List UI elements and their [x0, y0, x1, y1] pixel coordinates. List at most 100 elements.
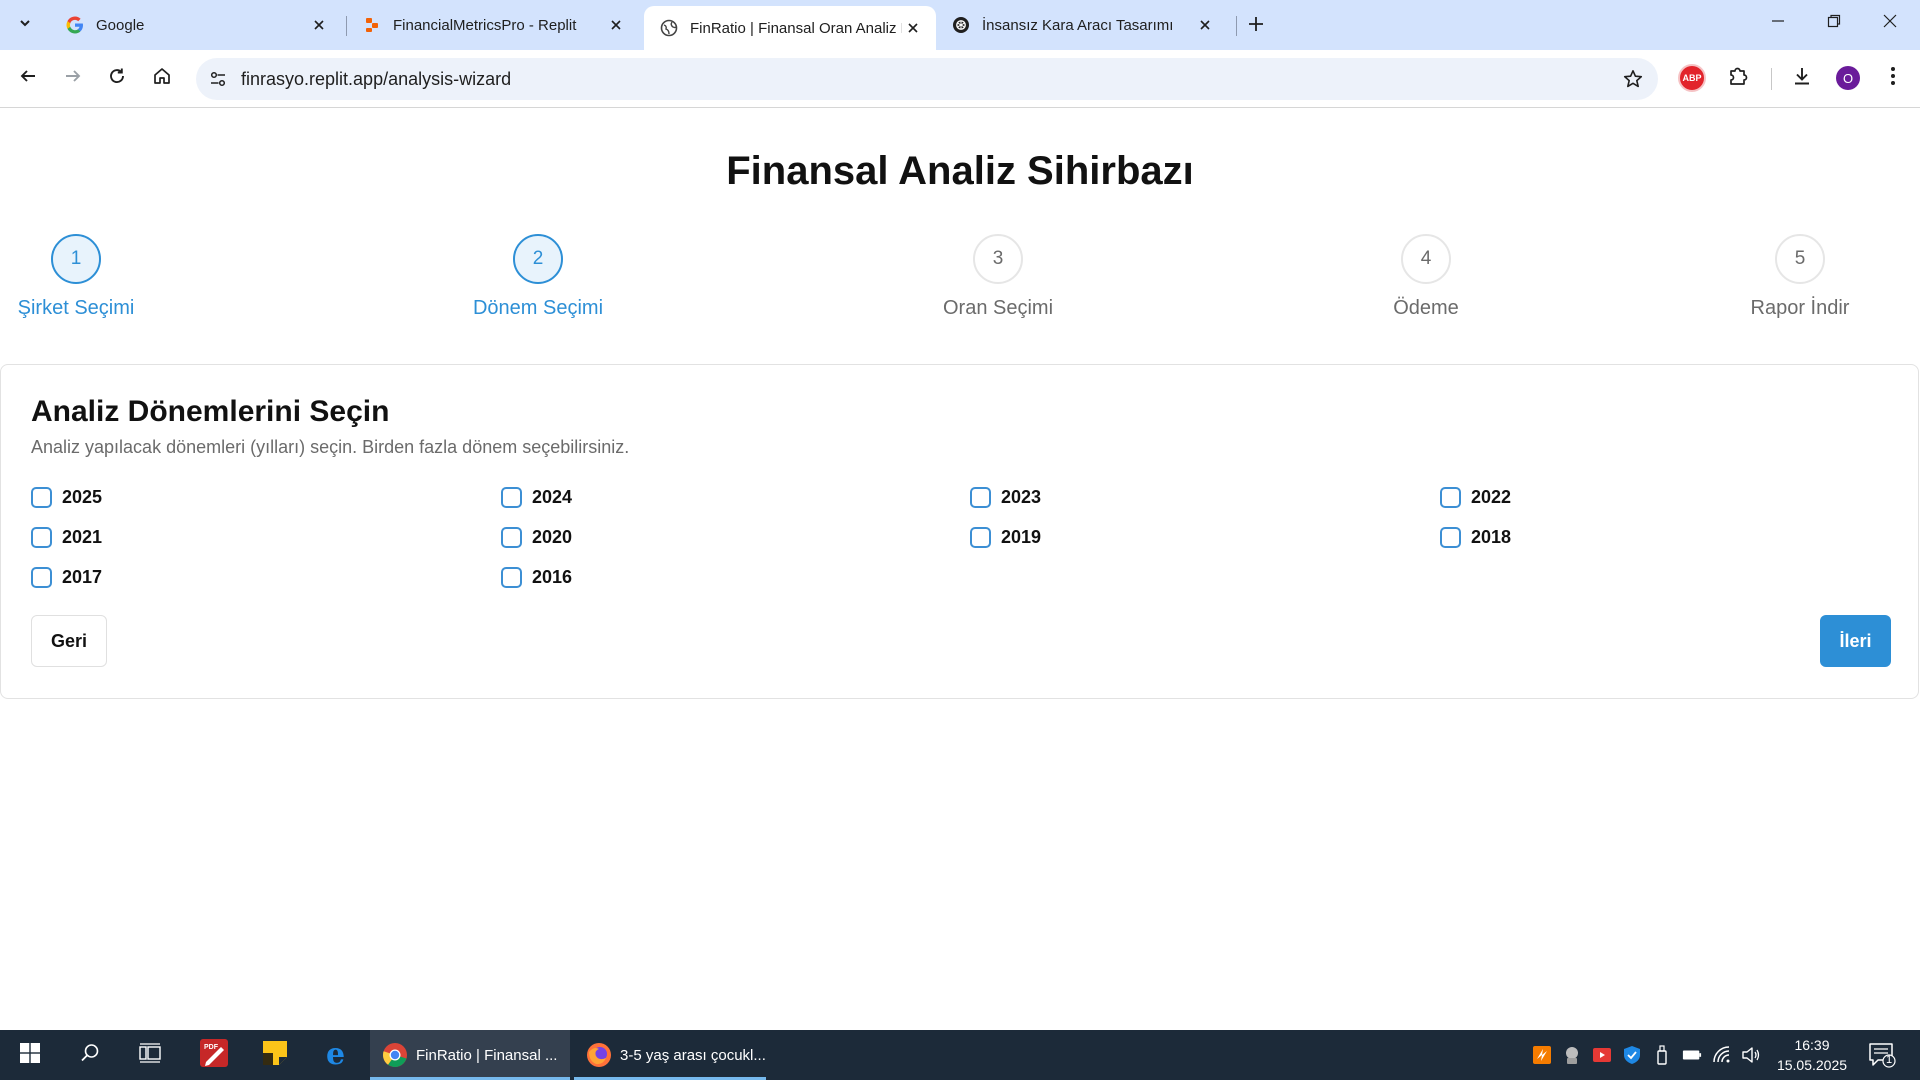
tab-chatgpt[interactable]: İnsansız Kara Aracı Tasarımı	[936, 8, 1228, 42]
tray-security-icon[interactable]	[1562, 1045, 1582, 1065]
step-number: 2	[513, 234, 563, 284]
profile-avatar[interactable]: O	[1836, 66, 1860, 90]
task-view-button[interactable]	[122, 1030, 178, 1080]
window-close-button[interactable]	[1862, 0, 1918, 46]
arrow-left-icon	[19, 67, 37, 90]
tab-finratio[interactable]: FinRatio | Finansal Oran Analiz Platform…	[644, 6, 936, 50]
extensions-button[interactable]	[1720, 60, 1756, 96]
usb-device-icon[interactable]	[1652, 1045, 1672, 1065]
year-option[interactable]: 2017	[31, 567, 102, 588]
year-option[interactable]: 2023	[970, 487, 1041, 508]
adblock-extension-icon[interactable]: ABP	[1678, 64, 1706, 92]
downloads-button[interactable]	[1784, 60, 1820, 96]
back-button[interactable]	[10, 60, 46, 96]
search-icon	[80, 1043, 100, 1068]
start-button[interactable]	[2, 1030, 58, 1080]
home-button[interactable]	[144, 60, 180, 96]
tab-separator	[1236, 16, 1237, 36]
notification-center-button[interactable]: 1	[1868, 1042, 1896, 1068]
checkbox[interactable]	[501, 567, 522, 588]
tab-google[interactable]: Google	[50, 8, 342, 42]
taskbar-app-chrome[interactable]: FinRatio | Finansal ...	[370, 1030, 570, 1080]
close-icon[interactable]	[1194, 14, 1216, 36]
card-description: Analiz yapılacak dönemleri (yılları) seç…	[31, 437, 630, 457]
year-option[interactable]: 2019	[970, 527, 1041, 548]
checkbox[interactable]	[31, 487, 52, 508]
tray-app-icon[interactable]	[1532, 1045, 1552, 1065]
step-label: Şirket Seçimi	[17, 297, 135, 319]
tab-search-button[interactable]	[8, 8, 42, 42]
svg-text:PDF: PDF	[204, 1044, 219, 1051]
defender-shield-icon[interactable]	[1622, 1045, 1642, 1065]
clock-date: 15.05.2025	[1776, 1057, 1848, 1073]
menu-button[interactable]	[1875, 60, 1911, 96]
toolbar-separator	[1771, 68, 1772, 90]
wizard-step-5[interactable]: 5 Rapor İndir	[1680, 234, 1920, 320]
year-option[interactable]: 2025	[31, 487, 102, 508]
year-option[interactable]: 2020	[501, 527, 572, 548]
puzzle-icon	[1727, 65, 1749, 92]
year-label: 2020	[532, 527, 573, 547]
checkbox[interactable]	[31, 567, 52, 588]
reload-button[interactable]	[99, 60, 135, 96]
plus-icon	[1248, 16, 1264, 37]
pdf-editor-icon: PDF	[199, 1038, 229, 1073]
sticky-notes-button[interactable]	[247, 1030, 303, 1080]
wizard-step-2[interactable]: 2 Dönem Seçimi	[418, 234, 658, 320]
new-tab-button[interactable]	[1241, 11, 1271, 41]
checkbox[interactable]	[970, 487, 991, 508]
checkbox[interactable]	[1440, 527, 1461, 548]
pdf-app-button[interactable]: PDF	[186, 1030, 242, 1080]
kebab-menu-icon	[1890, 66, 1896, 91]
home-icon	[153, 67, 171, 90]
bookmark-star-icon[interactable]	[1620, 66, 1646, 92]
wizard-step-4[interactable]: 4 Ödeme	[1306, 234, 1546, 320]
site-settings-icon[interactable]	[206, 67, 230, 91]
arrow-right-icon	[64, 67, 82, 90]
restore-icon	[1827, 14, 1841, 33]
system-clock[interactable]: 16:39 15.05.2025	[1768, 1035, 1856, 1075]
year-option[interactable]: 2021	[31, 527, 102, 548]
chrome-icon	[382, 1042, 408, 1068]
close-icon[interactable]	[308, 14, 330, 36]
checkbox[interactable]	[501, 487, 522, 508]
taskbar-app-firefox[interactable]: 3-5 yaş arası çocukl...	[574, 1030, 766, 1080]
tray-video-icon[interactable]	[1592, 1045, 1612, 1065]
tab-title: FinancialMetricsPro - Replit	[393, 16, 577, 34]
year-label: 2017	[62, 567, 103, 587]
svg-text:e: e	[326, 1039, 345, 1067]
year-option[interactable]: 2024	[501, 487, 572, 508]
address-bar[interactable]: finrasyo.replit.app/analysis-wizard	[196, 58, 1658, 100]
wifi-icon[interactable]	[1712, 1045, 1732, 1065]
checkbox[interactable]	[31, 527, 52, 548]
page-content: Finansal Analiz Sihirbazı 1 Şirket Seçim…	[0, 109, 1920, 1030]
reload-icon	[108, 67, 126, 90]
year-option[interactable]: 2022	[1440, 487, 1511, 508]
year-option[interactable]: 2018	[1440, 527, 1511, 548]
step-number: 1	[51, 234, 101, 284]
minimize-button[interactable]	[1750, 0, 1806, 46]
back-button[interactable]: Geri	[31, 615, 107, 667]
checkbox[interactable]	[970, 527, 991, 548]
checkbox[interactable]	[1440, 487, 1461, 508]
tab-replit[interactable]: FinancialMetricsPro - Replit	[347, 8, 639, 42]
step-label: Rapor İndir	[1750, 297, 1850, 319]
next-button[interactable]: İleri	[1820, 615, 1891, 667]
taskbar-search-button[interactable]	[62, 1030, 118, 1080]
edge-browser-button[interactable]: e	[310, 1030, 366, 1080]
tab-title: İnsansız Kara Aracı Tasarımı	[982, 16, 1174, 34]
battery-icon[interactable]	[1682, 1045, 1702, 1065]
close-icon[interactable]	[902, 17, 924, 39]
wizard-step-1[interactable]: 1 Şirket Seçimi	[0, 234, 196, 320]
year-option[interactable]: 2016	[501, 567, 572, 588]
step-number: 4	[1401, 234, 1451, 284]
url-text[interactable]: finrasyo.replit.app/analysis-wizard	[241, 69, 511, 90]
close-icon[interactable]	[605, 14, 627, 36]
volume-icon[interactable]	[1741, 1045, 1761, 1065]
restore-button[interactable]	[1806, 0, 1862, 46]
checkbox[interactable]	[501, 527, 522, 548]
step-label: Ödeme	[1393, 297, 1459, 319]
forward-button[interactable]	[55, 60, 91, 96]
step-number: 5	[1775, 234, 1825, 284]
wizard-step-3[interactable]: 3 Oran Seçimi	[878, 234, 1118, 320]
